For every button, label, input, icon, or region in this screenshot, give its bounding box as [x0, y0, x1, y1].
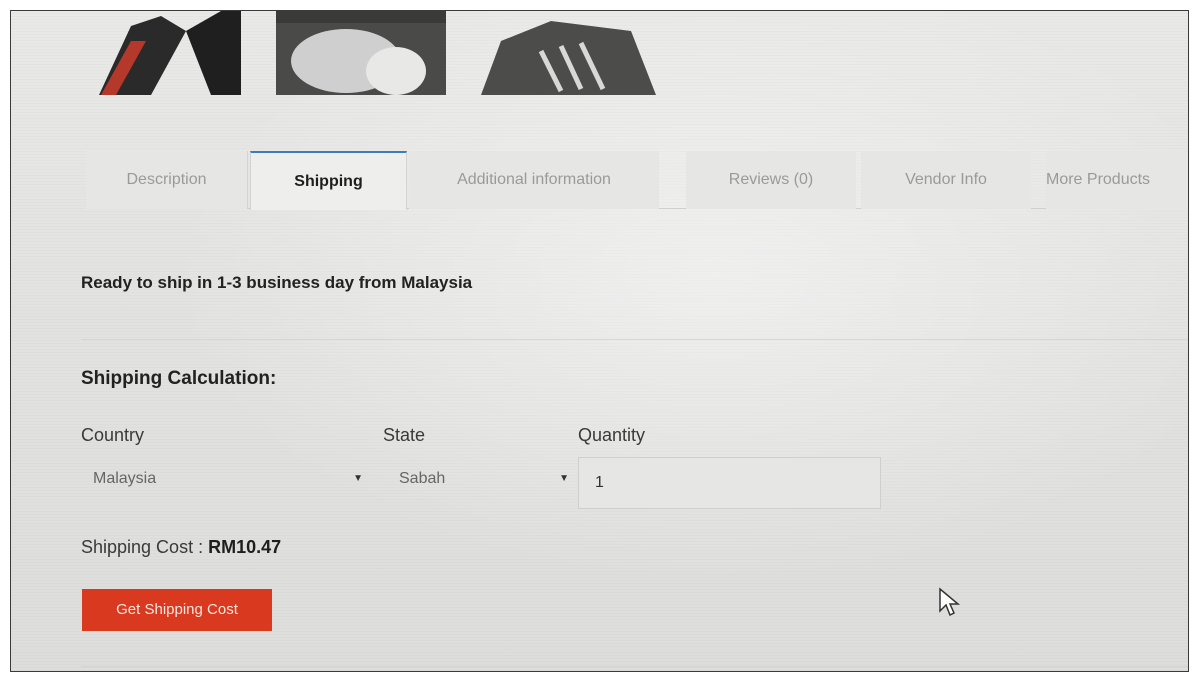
tab-more-products[interactable]: More Products — [1046, 151, 1188, 209]
country-select[interactable]: Malaysia ▼ — [81, 459, 371, 499]
screen-surface — [11, 11, 1188, 671]
tab-additional-information[interactable]: Additional information — [409, 151, 659, 209]
quantity-label: Quantity — [578, 425, 646, 445]
state-select[interactable]: Sabah ▼ — [387, 459, 577, 499]
state-select-value: Sabah — [399, 470, 446, 487]
ready-to-ship-text: Ready to ship in 1-3 business day from M… — [81, 273, 473, 292]
browser-viewport: Description Shipping Additional informat… — [10, 10, 1189, 672]
country-label: Country — [81, 425, 145, 445]
tab-shipping[interactable]: Shipping — [250, 151, 407, 210]
shipping-cost-row: Shipping Cost : RM10.47 — [81, 537, 281, 558]
shipping-calculation-title: Shipping Calculation: — [81, 368, 277, 389]
caret-down-icon: ▼ — [353, 473, 363, 484]
shipping-cost-label: Shipping Cost : — [81, 537, 209, 557]
tab-description[interactable]: Description — [86, 151, 248, 209]
shipping-cost-value: RM10.47 — [208, 537, 282, 557]
section-divider — [81, 339, 1188, 340]
tab-reviews[interactable]: Reviews (0) — [686, 151, 856, 209]
product-thumbnail-2[interactable] — [276, 11, 446, 95]
tab-vendor-info[interactable]: Vendor Info — [861, 151, 1031, 209]
bottom-divider — [81, 666, 1188, 667]
product-tabs: Description Shipping Additional informat… — [86, 151, 1188, 210]
product-thumbnail-3[interactable] — [481, 11, 656, 95]
get-shipping-cost-button[interactable]: Get Shipping Cost — [82, 589, 272, 631]
state-label: State — [383, 425, 426, 445]
caret-down-icon: ▼ — [559, 473, 569, 484]
quantity-input[interactable] — [578, 457, 881, 509]
product-thumbnail-1[interactable] — [91, 11, 241, 95]
country-select-value: Malaysia — [93, 470, 157, 487]
mouse-pointer-icon — [939, 587, 961, 617]
product-thumbnails — [81, 11, 681, 101]
